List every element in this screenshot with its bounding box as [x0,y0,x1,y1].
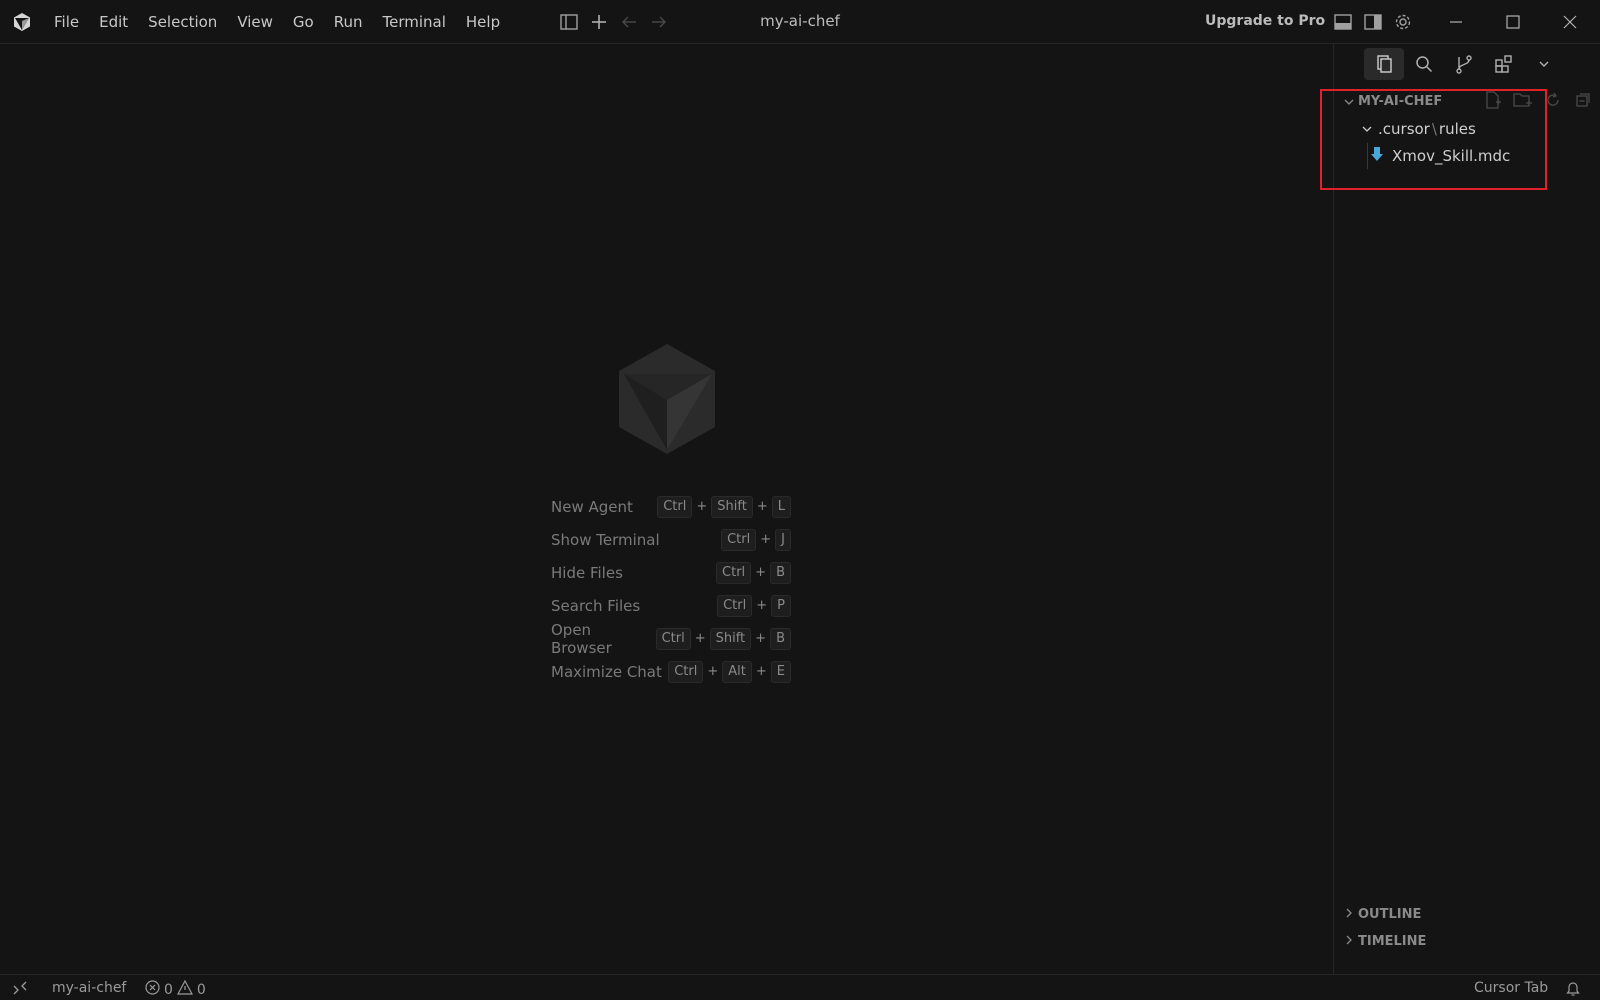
title-bar: File Edit Selection View Go Run Terminal… [0,0,1600,44]
explorer-sidebar: MY-AI-CHEF .cursor \ rules Xmov_Skill.md… [1333,44,1600,974]
back-arrow-icon[interactable] [619,12,639,32]
close-icon[interactable] [1558,10,1582,34]
timeline-section[interactable]: TIMELINE [1334,928,1600,954]
file-row-xmov-skill[interactable]: Xmov_Skill.mdc [1334,143,1600,169]
upgrade-to-pro-button[interactable]: Upgrade to Pro [1205,13,1325,29]
shortcut-new-agent[interactable]: New Agent Ctrl + Shift + L [551,490,791,523]
error-icon [145,980,160,999]
refresh-icon[interactable] [1543,90,1563,110]
new-plus-icon[interactable] [589,12,609,32]
explorer-actions [1483,90,1593,110]
indent-guide [1367,143,1368,169]
shortcut-hide-files[interactable]: Hide Files Ctrl + B [551,556,791,589]
outline-label: OUTLINE [1358,906,1422,922]
shortcut-open-browser[interactable]: Open Browser Ctrl + Shift + B [551,621,791,657]
warning-icon [176,979,193,999]
window-title: my-ai-chef [760,12,840,30]
menu-run[interactable]: Run [324,9,373,35]
extensions-icon[interactable] [1484,48,1524,80]
menu-terminal[interactable]: Terminal [373,9,456,35]
remote-icon[interactable] [12,980,28,996]
warning-count: 0 [196,981,206,998]
chevron-down-icon[interactable] [1524,48,1564,80]
new-file-icon[interactable] [1483,90,1503,110]
folder-row-cursor-rules[interactable]: .cursor \ rules [1334,116,1600,142]
path-separator: \ [1431,120,1437,138]
cursor-watermark-icon [616,342,718,456]
menu-view[interactable]: View [227,9,283,35]
chevron-right-icon [1344,934,1354,949]
status-cursor-tab[interactable]: Cursor Tab [1474,980,1548,996]
forward-arrow-icon[interactable] [649,12,669,32]
timeline-label: TIMELINE [1358,933,1427,949]
status-problems[interactable]: 0 0 [145,979,206,999]
collapse-all-icon[interactable] [1573,90,1593,110]
status-project[interactable]: my-ai-chef [52,980,126,996]
menu-edit[interactable]: Edit [89,9,138,35]
explorer-title: MY-AI-CHEF [1358,93,1443,109]
menu-file[interactable]: File [44,9,89,35]
new-folder-icon[interactable] [1513,90,1533,110]
shortcut-search-files[interactable]: Search Files Ctrl + P [551,589,791,622]
status-bar: my-ai-chef 0 0 Cursor Tab [0,974,1600,1000]
markdown-file-icon [1370,146,1384,166]
outline-section[interactable]: OUTLINE [1334,901,1600,927]
error-count: 0 [164,981,173,998]
toggle-panel-icon[interactable] [1333,12,1353,32]
shortcut-show-terminal[interactable]: Show Terminal Ctrl + J [551,523,791,556]
file-name: Xmov_Skill.mdc [1392,147,1511,165]
search-icon[interactable] [1404,48,1444,80]
menu-selection[interactable]: Selection [138,9,227,35]
toggle-sidebar-icon[interactable] [559,12,579,32]
menu-bar: File Edit Selection View Go Run Terminal… [44,0,510,44]
activity-bar [1364,48,1564,80]
source-control-icon[interactable] [1444,48,1484,80]
folder-name-part: .cursor [1378,120,1430,138]
folder-name-part: rules [1438,120,1476,138]
chevron-right-icon [1344,907,1354,922]
minimize-icon[interactable] [1444,10,1468,34]
maximize-icon[interactable] [1501,10,1525,34]
explorer-header[interactable]: MY-AI-CHEF [1334,88,1600,114]
chevron-down-icon [1362,120,1372,138]
menu-help[interactable]: Help [456,9,510,35]
bell-icon[interactable] [1566,980,1580,996]
menu-go[interactable]: Go [283,9,324,35]
cursor-logo-icon[interactable] [12,12,32,32]
settings-gear-icon[interactable] [1393,12,1413,32]
shortcut-maximize-chat[interactable]: Maximize Chat Ctrl + Alt + E [551,655,791,688]
shortcut-list: New Agent Ctrl + Shift + L Show Terminal Ctr… [551,490,791,688]
toggle-secondary-sidebar-icon[interactable] [1363,12,1383,32]
chevron-down-icon [1344,92,1354,111]
explorer-files-icon[interactable] [1364,48,1404,80]
editor-area: New Agent Ctrl + Shift + L Show Terminal Ctr… [0,44,1333,974]
